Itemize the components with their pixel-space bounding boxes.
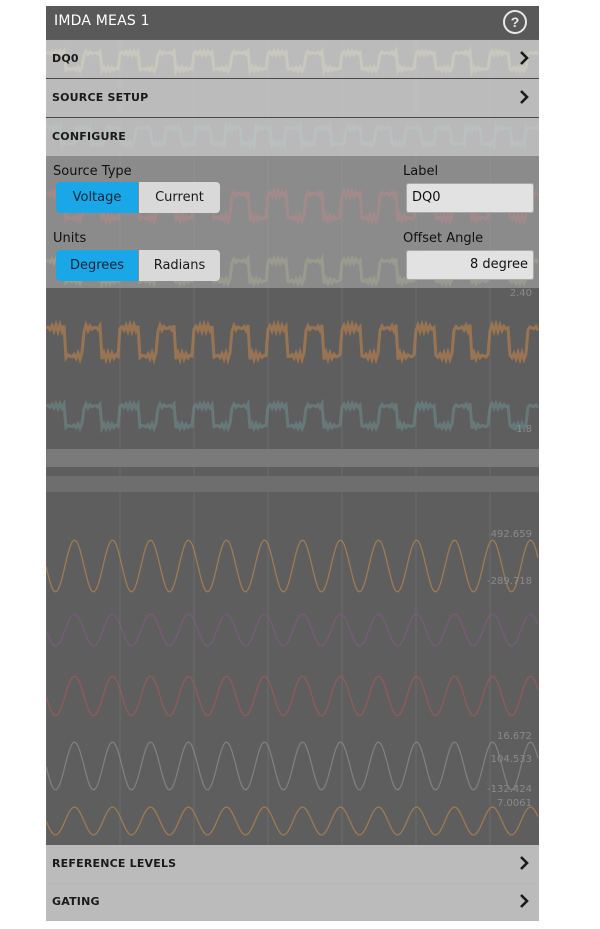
units-label: Units xyxy=(53,231,87,246)
source-type-label: Source Type xyxy=(53,164,132,179)
units-radians-button[interactable]: Radians xyxy=(138,250,220,281)
section-dq0[interactable]: DQ0 xyxy=(46,40,539,79)
section-gating[interactable]: GATING xyxy=(46,883,539,921)
bg-readout-8: 7.0061 xyxy=(497,798,532,809)
bg-readout-1: 2.40 xyxy=(510,288,532,299)
bg-readout-3: 492.659 xyxy=(491,529,532,540)
section-source-setup-label: SOURCE SETUP xyxy=(52,91,149,104)
chevron-right-icon xyxy=(520,90,529,104)
chevron-right-icon xyxy=(520,51,529,65)
bg-readout-6: 104.533 xyxy=(491,754,532,765)
chevron-right-icon xyxy=(520,894,529,908)
source-type-toggle: Voltage Current xyxy=(56,182,220,213)
units-toggle: Degrees Radians xyxy=(56,250,220,281)
section-source-setup[interactable]: SOURCE SETUP xyxy=(46,79,539,118)
bg-readout-7: -132.424 xyxy=(487,784,532,795)
bg-readout-4: -289.718 xyxy=(487,576,532,587)
imda-meas-panel: 2.40 -1.8 492.659 -289.718 16.672 104.53… xyxy=(46,6,539,921)
units-degrees-button[interactable]: Degrees xyxy=(56,250,138,281)
configure-section: CONFIGURE Source Type Voltage Current La… xyxy=(46,118,539,288)
panel-title: IMDA MEAS 1 xyxy=(54,13,150,29)
source-type-voltage-button[interactable]: Voltage xyxy=(56,182,138,213)
bg-readout-5: 16.672 xyxy=(497,731,532,742)
section-configure-label: CONFIGURE xyxy=(52,130,126,143)
section-dq0-label: DQ0 xyxy=(52,52,79,65)
panel-title-bar: IMDA MEAS 1 ? xyxy=(46,6,539,39)
label-field-label: Label xyxy=(403,164,439,179)
help-icon[interactable]: ? xyxy=(503,10,527,34)
bg-readout-2: -1.8 xyxy=(512,424,532,435)
section-reference-levels-label: REFERENCE LEVELS xyxy=(52,857,177,870)
chevron-right-icon xyxy=(520,856,529,870)
offset-angle-input[interactable]: 8 degree xyxy=(406,250,534,280)
section-gating-label: GATING xyxy=(52,895,100,908)
section-reference-levels[interactable]: REFERENCE LEVELS xyxy=(46,845,539,884)
label-input[interactable]: DQ0 xyxy=(406,183,534,213)
offset-angle-label: Offset Angle xyxy=(403,231,484,246)
configure-header[interactable]: CONFIGURE xyxy=(46,118,539,156)
source-type-current-button[interactable]: Current xyxy=(138,182,220,213)
